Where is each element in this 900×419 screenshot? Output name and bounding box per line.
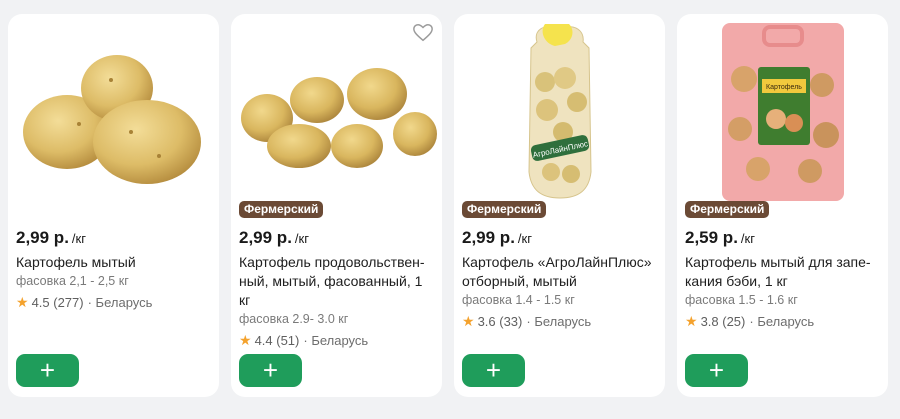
potato-image — [240, 68, 437, 168]
package-size: фасовка 1.5 - 1.6 кг — [685, 293, 798, 307]
add-to-cart-button[interactable]: + — [16, 354, 79, 387]
price: 2,99 р./кг — [462, 228, 532, 247]
origin-country: · Беларусь — [526, 314, 592, 329]
plus-icon: + — [485, 354, 502, 385]
origin-country: · Беларусь — [303, 333, 369, 348]
product-image[interactable]: АгроЛайнПлюс — [454, 14, 665, 210]
rating-value: 4.4 (51) — [254, 333, 300, 348]
product-image[interactable] — [231, 14, 442, 210]
product-card[interactable]: Картофель Фермерский 2,59 р./кг Картофел… — [677, 14, 888, 397]
price: 2,99 р./кг — [16, 228, 86, 247]
rating-row: ★ 4.5 (277) · Беларусь — [16, 294, 211, 311]
product-info: Фермерский 2,99 р./кг Картофель «АгроЛай… — [462, 200, 657, 330]
price-unit: /кг — [740, 231, 755, 246]
potato-image — [22, 55, 201, 184]
product-grid: 2,99 р./кг Картофель мытый фасовка 2,1 -… — [0, 0, 900, 419]
package-size: фасовка 1.4 - 1.5 кг — [462, 293, 575, 307]
plus-icon: + — [262, 354, 279, 385]
product-card[interactable]: АгроЛайнПлюс Фермерский 2,99 р./кг Карто… — [454, 14, 665, 397]
add-to-cart-button[interactable]: + — [239, 354, 302, 387]
farm-badge: Фермерский — [685, 201, 770, 218]
rating-value: 3.6 (33) — [477, 314, 523, 329]
rating-row: ★ 3.8 (25) · Беларусь — [685, 313, 880, 330]
rating-row: ★ 4.4 (51) · Беларусь — [239, 332, 434, 349]
product-title[interactable]: Картофель продовольствен-ный, мытый, фас… — [239, 253, 434, 310]
price-unit: /кг — [517, 231, 532, 246]
bag-label: Картофель — [766, 84, 802, 91]
product-info: Фермерский 2,59 р./кг Картофель мытый дл… — [685, 200, 880, 330]
rating-value: 4.5 (277) — [31, 295, 84, 310]
origin-country: · Беларусь — [749, 314, 815, 329]
package-size: фасовка 2,1 - 2,5 кг — [16, 274, 129, 288]
rating-row: ★ 3.6 (33) · Беларусь — [462, 313, 657, 330]
product-title[interactable]: Картофель мытый для запе-кания бэби, 1 к… — [685, 253, 880, 291]
potato-bag-image: Картофель — [721, 23, 844, 201]
potato-bag-image: АгроЛайнПлюс — [527, 24, 592, 199]
product-info: Фермерский 2,99 р./кг Картофель продовол… — [239, 200, 434, 349]
star-icon: ★ — [685, 313, 698, 329]
plus-icon: + — [708, 354, 725, 385]
origin-country: · Беларусь — [87, 295, 153, 310]
price: 2,99 р./кг — [239, 228, 309, 247]
product-card[interactable]: 2,99 р./кг Картофель мытый фасовка 2,1 -… — [8, 14, 219, 397]
star-icon: ★ — [16, 294, 29, 310]
price: 2,59 р./кг — [685, 228, 755, 247]
add-to-cart-button[interactable]: + — [685, 354, 748, 387]
favorite-button[interactable] — [412, 22, 434, 44]
plus-icon: + — [39, 354, 56, 385]
price-unit: /кг — [71, 231, 86, 246]
farm-badge: Фермерский — [239, 201, 324, 218]
add-to-cart-button[interactable]: + — [462, 354, 525, 387]
farm-badge: Фермерский — [462, 201, 547, 218]
package-size: фасовка 2.9- 3.0 кг — [239, 312, 349, 326]
product-card[interactable]: Фермерский 2,99 р./кг Картофель продовол… — [231, 14, 442, 397]
product-info: 2,99 р./кг Картофель мытый фасовка 2,1 -… — [16, 200, 211, 311]
price-unit: /кг — [294, 231, 309, 246]
product-title[interactable]: Картофель «АгроЛайнПлюс» отборный, мытый — [462, 253, 657, 291]
star-icon: ★ — [239, 332, 252, 348]
product-title[interactable]: Картофель мытый — [16, 253, 211, 272]
rating-value: 3.8 (25) — [700, 314, 746, 329]
product-image[interactable] — [8, 14, 219, 210]
star-icon: ★ — [462, 313, 475, 329]
heart-icon — [413, 24, 433, 42]
product-image[interactable]: Картофель — [677, 14, 888, 210]
